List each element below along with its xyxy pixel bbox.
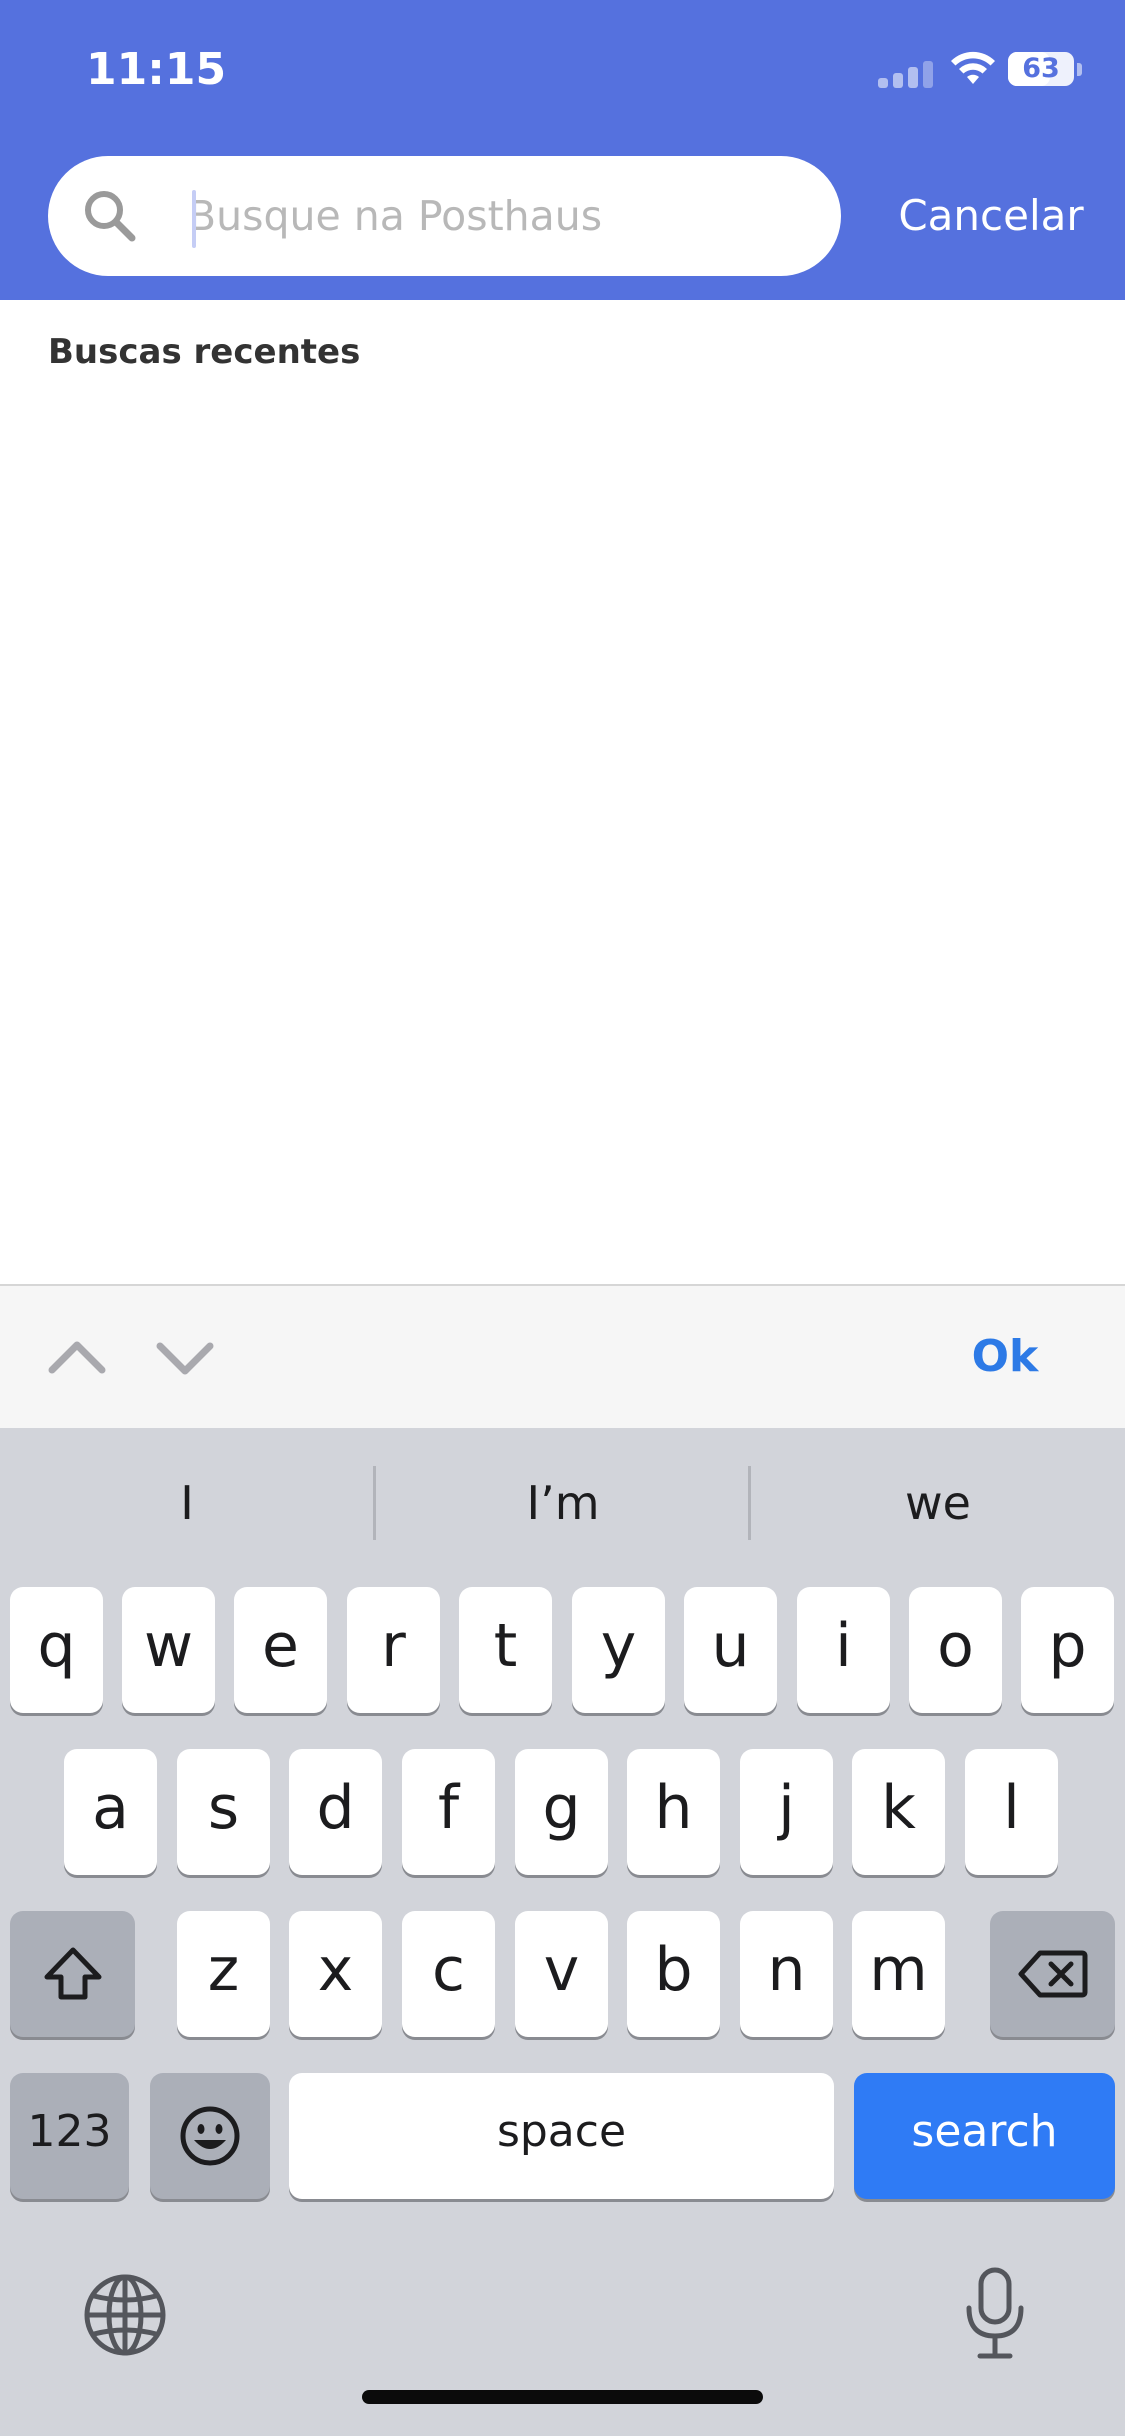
key-g[interactable]: g <box>515 1749 608 1875</box>
delete-key[interactable] <box>990 1911 1115 2037</box>
key-l[interactable]: l <box>965 1749 1058 1875</box>
microphone-icon[interactable] <box>960 2266 1030 2362</box>
search-input[interactable] <box>188 174 808 258</box>
key-d[interactable]: d <box>289 1749 382 1875</box>
suggestion-item[interactable]: we <box>751 1428 1125 1578</box>
key-i[interactable]: i <box>797 1587 890 1713</box>
search-key[interactable]: search <box>854 2073 1115 2199</box>
key-r[interactable]: r <box>347 1587 440 1713</box>
chevron-up-icon[interactable] <box>42 1326 112 1390</box>
cancel-button[interactable]: Cancelar <box>866 166 1116 266</box>
text-cursor <box>192 190 196 248</box>
key-k[interactable]: k <box>852 1749 945 1875</box>
key-f[interactable]: f <box>402 1749 495 1875</box>
battery-nub <box>1077 63 1082 76</box>
recent-searches-title: Buscas recentes <box>48 332 361 372</box>
cellular-signal-icon <box>878 58 934 88</box>
key-a[interactable]: a <box>64 1749 157 1875</box>
wifi-icon <box>951 51 995 84</box>
key-v[interactable]: v <box>515 1911 608 2037</box>
globe-icon[interactable] <box>82 2272 168 2358</box>
key-w[interactable]: w <box>122 1587 215 1713</box>
key-s[interactable]: s <box>177 1749 270 1875</box>
key-j[interactable]: j <box>740 1749 833 1875</box>
key-n[interactable]: n <box>740 1911 833 2037</box>
search-icon <box>85 191 136 242</box>
home-indicator[interactable] <box>362 2390 763 2404</box>
key-m[interactable]: m <box>852 1911 945 2037</box>
keyboard-accessory-bar: Ok <box>0 1284 1125 1428</box>
shift-key[interactable] <box>10 1911 135 2037</box>
key-y[interactable]: y <box>572 1587 665 1713</box>
key-q[interactable]: q <box>10 1587 103 1713</box>
search-box[interactable] <box>48 156 841 276</box>
shift-icon <box>44 1947 101 2000</box>
key-e[interactable]: e <box>234 1587 327 1713</box>
key-t[interactable]: t <box>459 1587 552 1713</box>
suggestion-item[interactable]: I <box>0 1428 374 1578</box>
key-z[interactable]: z <box>177 1911 270 2037</box>
numbers-key[interactable]: 123 <box>10 2073 129 2199</box>
key-x[interactable]: x <box>289 1911 382 2037</box>
chevron-down-icon[interactable] <box>150 1326 220 1390</box>
key-p[interactable]: p <box>1021 1587 1114 1713</box>
key-h[interactable]: h <box>627 1749 720 1875</box>
battery-percentage: 63 <box>1022 53 1060 84</box>
suggestion-item[interactable]: I’m <box>376 1428 750 1578</box>
emoji-icon <box>180 2106 240 2166</box>
status-time: 11:15 <box>86 44 227 95</box>
key-u[interactable]: u <box>684 1587 777 1713</box>
key-c[interactable]: c <box>402 1911 495 2037</box>
space-key[interactable]: space <box>289 2073 834 2199</box>
battery-icon: 63 <box>1008 52 1074 86</box>
key-b[interactable]: b <box>627 1911 720 2037</box>
ok-button[interactable]: Ok <box>940 1312 1070 1402</box>
backspace-icon <box>1018 1950 1087 1998</box>
header-bar: 11:15 63 Cancelar <box>0 0 1125 300</box>
emoji-key[interactable] <box>150 2073 270 2199</box>
keyboard: I I’m we q w e r t y u i o p a s d f g h… <box>0 1428 1125 2436</box>
key-o[interactable]: o <box>909 1587 1002 1713</box>
